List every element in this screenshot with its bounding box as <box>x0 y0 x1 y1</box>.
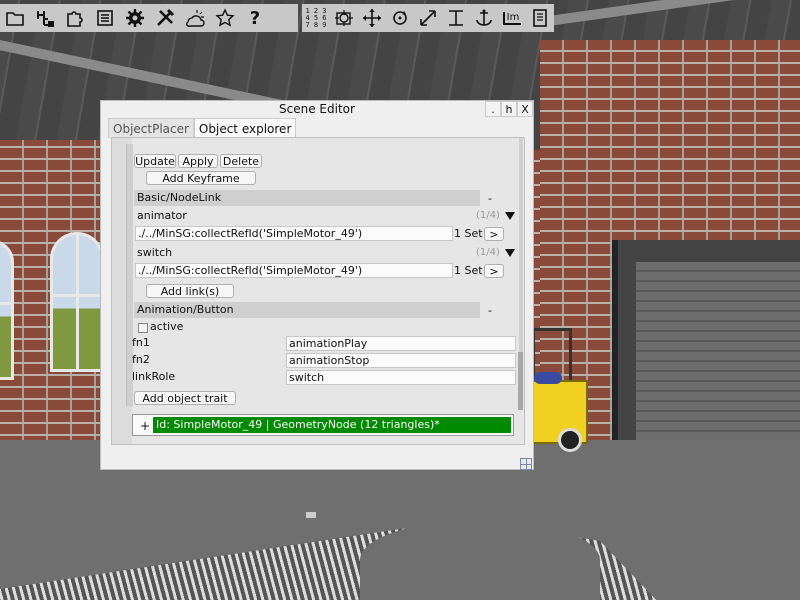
apply-button[interactable]: Apply <box>178 154 218 168</box>
collapse-nodelink-button[interactable]: - <box>488 192 492 205</box>
small-object <box>306 512 316 518</box>
scene-editor-window: Scene Editor . h X ObjectPlacer Object e… <box>100 100 534 470</box>
arched-window <box>50 232 104 372</box>
trait-editor: Update Apply Delete Add Keyframe Basic/N… <box>132 138 520 444</box>
numbers-grid-icon[interactable]: 1 2 3 4 5 6 7 8 9 <box>302 4 330 32</box>
active-label: active <box>150 320 184 333</box>
prop-value-fn2[interactable]: animationStop <box>286 353 516 368</box>
forklift-seat <box>534 372 562 384</box>
numbers-grid-label: 1 2 3 4 5 6 7 8 9 <box>305 6 327 29</box>
star-icon[interactable] <box>210 4 240 32</box>
folder-icon[interactable] <box>0 4 30 32</box>
measure-icon[interactable]: Im <box>498 4 526 32</box>
link-name-animator: animator <box>137 209 187 222</box>
expand-node-button[interactable]: + <box>140 419 150 433</box>
add-keyframe-button[interactable]: Add Keyframe <box>146 171 256 185</box>
scrollbar-thumb[interactable] <box>518 352 523 410</box>
link-dropdown-toggle[interactable] <box>505 212 515 220</box>
minimize-button[interactable]: . <box>485 101 501 117</box>
object-explorer-panel: Update Apply Delete Add Keyframe Basic/N… <box>111 137 525 445</box>
hide-button[interactable]: h <box>501 101 517 117</box>
forklift-wheel <box>558 428 582 452</box>
delete-button[interactable]: Delete <box>220 154 262 168</box>
link-dropdown-toggle[interactable] <box>505 249 515 257</box>
anchor-icon[interactable] <box>470 4 498 32</box>
prop-key-linkrole: linkRole <box>132 370 176 383</box>
link-count: (1/4) <box>476 210 500 221</box>
update-button[interactable]: Update <box>134 154 176 168</box>
close-button[interactable]: X <box>517 101 533 117</box>
selected-node-row: + Id: SimpleMotor_49 | GeometryNode (12 … <box>132 414 514 436</box>
transform-toolbar: 1 2 3 4 5 6 7 8 9 Im <box>302 4 554 32</box>
link-set-button[interactable]: 1 Set <box>454 264 483 278</box>
notes-icon[interactable] <box>526 4 554 32</box>
selected-node-label[interactable]: Id: SimpleMotor_49 | GeometryNode (12 tr… <box>153 417 511 433</box>
prop-value-linkrole[interactable]: switch <box>286 370 516 385</box>
help-icon[interactable]: ? <box>240 4 270 32</box>
help-label: ? <box>249 7 261 29</box>
add-links-button[interactable]: Add link(s) <box>146 284 234 298</box>
puzzle-icon[interactable] <box>60 4 90 32</box>
link-go-button[interactable]: > <box>484 227 504 241</box>
measure-label: Im <box>502 11 522 25</box>
tools-icon[interactable] <box>150 4 180 32</box>
link-query-field[interactable]: ./../MinSG:collectRefId('SimpleMotor_49'… <box>135 263 453 278</box>
link-name-switch: switch <box>137 246 173 259</box>
add-object-trait-button[interactable]: Add object trait <box>134 391 236 405</box>
collapse-animation-button[interactable]: - <box>488 304 492 317</box>
camera-target-icon[interactable] <box>330 4 358 32</box>
rotate-icon[interactable] <box>386 4 414 32</box>
section-header-nodelink[interactable]: Basic/NodeLink <box>134 190 480 206</box>
link-set-button[interactable]: 1 Set <box>454 227 483 241</box>
prop-key-fn2: fn2 <box>132 353 150 366</box>
conveyor-curve <box>360 520 600 600</box>
tab-object-explorer[interactable]: Object explorer <box>193 118 297 138</box>
window-resize-handle[interactable] <box>520 458 532 470</box>
arched-window <box>0 240 14 380</box>
link-query-field[interactable]: ./../MinSG:collectRefId('SimpleMotor_49'… <box>135 226 453 241</box>
link-go-button[interactable]: > <box>484 264 504 278</box>
weather-icon[interactable] <box>180 4 210 32</box>
gear-icon[interactable] <box>120 4 150 32</box>
prop-value-fn1[interactable]: animationPlay <box>286 336 516 351</box>
main-toolbar: ? <box>0 4 298 32</box>
section-header-animation-button[interactable]: Animation/Button <box>134 302 480 318</box>
align-icon[interactable] <box>442 4 470 32</box>
move-icon[interactable] <box>358 4 386 32</box>
link-count: (1/4) <box>476 247 500 258</box>
window-title: Scene Editor <box>279 102 355 116</box>
active-checkbox[interactable] <box>138 323 148 333</box>
scale-icon[interactable] <box>414 4 442 32</box>
tab-object-placer[interactable]: ObjectPlacer <box>108 118 194 138</box>
prop-key-fn1: fn1 <box>132 336 150 349</box>
window-titlebar[interactable]: Scene Editor . h X <box>101 101 533 118</box>
editor-tabs: ObjectPlacer Object explorer <box>108 118 297 138</box>
tree-add-icon[interactable] <box>30 4 60 32</box>
list-icon[interactable] <box>90 4 120 32</box>
